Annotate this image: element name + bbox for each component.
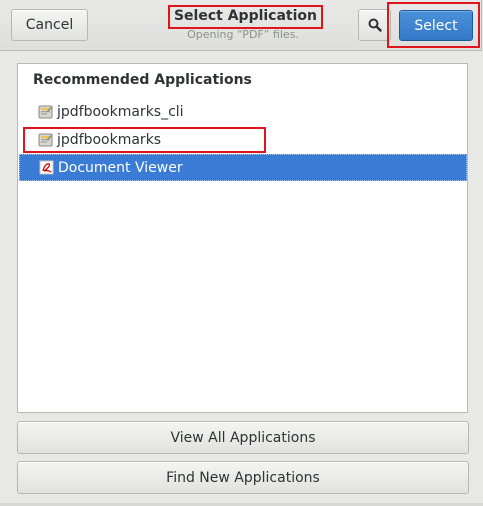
search-icon xyxy=(368,18,382,32)
recommended-applications-heading: Recommended Applications xyxy=(33,72,252,88)
title-annotation-box xyxy=(168,5,323,29)
list-item-label: Document Viewer xyxy=(58,159,183,176)
view-all-applications-button[interactable]: View All Applications xyxy=(17,421,469,454)
list-item-jpdfbookmarks-cli[interactable]: jpdfbookmarks_cli xyxy=(19,98,467,125)
generic-app-icon xyxy=(38,105,53,119)
cancel-button[interactable]: Cancel xyxy=(11,9,88,41)
document-viewer-icon xyxy=(39,160,54,175)
select-annotation-box xyxy=(387,2,480,48)
list-item-label: jpdfbookmarks_cli xyxy=(57,103,184,120)
jpdfbookmarks-annotation-box xyxy=(23,127,266,153)
find-new-applications-button[interactable]: Find New Applications xyxy=(17,461,469,494)
list-item-document-viewer[interactable]: Document Viewer xyxy=(19,154,467,181)
dialog-subtitle: Opening “PDF” files. xyxy=(187,28,299,41)
